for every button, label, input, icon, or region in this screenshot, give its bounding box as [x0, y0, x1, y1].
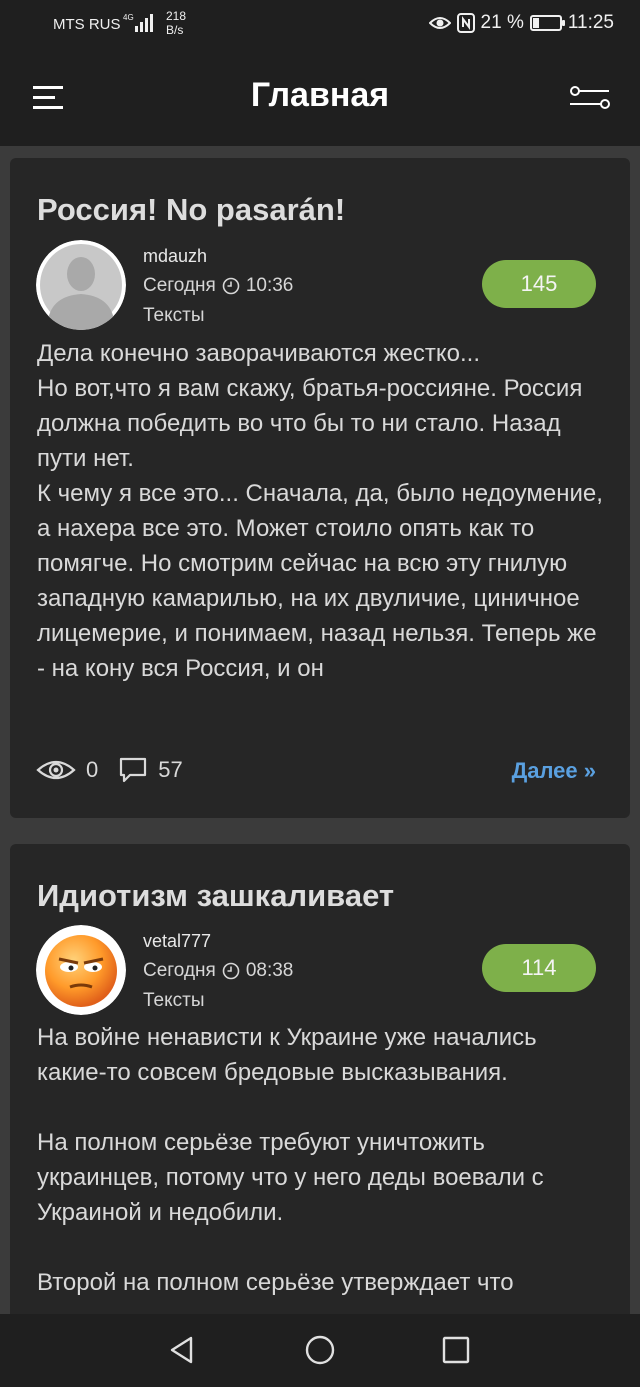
post-category[interactable]: Тексты: [143, 986, 293, 1016]
smiley-avatar: [36, 925, 126, 1015]
post-stats: 0 57: [36, 756, 183, 784]
read-more-link[interactable]: Далее »: [512, 758, 596, 784]
author-avatar[interactable]: [36, 925, 126, 1015]
nfc-icon: [456, 13, 475, 33]
clock-icon: [222, 962, 240, 980]
signal-icon: 4G: [123, 13, 153, 32]
comments-count: 57: [158, 757, 183, 782]
carrier-label: MTS RUS: [53, 16, 121, 33]
clock-time: 11:25: [567, 12, 614, 33]
battery-percent: 21 %: [480, 12, 524, 33]
system-nav-bar: [0, 1314, 640, 1387]
rating-badge[interactable]: 145: [482, 260, 596, 308]
clock-icon: [222, 277, 240, 295]
page-title: Главная: [250, 76, 390, 114]
post-title[interactable]: Идиотизм зашкаливает: [37, 878, 394, 914]
recents-icon[interactable]: [440, 1334, 472, 1366]
post-card[interactable]: Россия! No pasarán! mdauzh Сегодня 10:36…: [10, 158, 630, 818]
author-avatar[interactable]: [36, 240, 126, 330]
post-date: Сегодня 08:38: [143, 960, 294, 981]
post-body: На войне ненависти к Украине уже началис…: [37, 1024, 544, 1296]
post-title[interactable]: Россия! No pasarán!: [37, 192, 345, 228]
battery-icon: [529, 15, 565, 31]
rating-badge[interactable]: 114: [482, 944, 596, 992]
back-icon[interactable]: [166, 1334, 198, 1366]
post-body: Дела конечно заворачиваются жестко... Но…: [37, 340, 603, 682]
default-user-avatar: [36, 240, 126, 330]
post-meta: mdauzh Сегодня 10:36 Тексты: [143, 241, 293, 331]
post-card[interactable]: Идиотизм зашкаливает vetal777 Сегодня 08…: [10, 844, 630, 1314]
post-category[interactable]: Тексты: [143, 301, 293, 331]
comments-icon: [120, 757, 147, 783]
post-date: Сегодня 10:36: [143, 275, 294, 296]
views-icon: [36, 760, 76, 780]
home-icon[interactable]: [304, 1334, 336, 1366]
post-meta: vetal777 Сегодня 08:38 Тексты: [143, 926, 293, 1016]
status-bar: MTS RUS 4G 218 B/s 21 % 11:25: [0, 0, 640, 50]
author-name[interactable]: mdauzh: [143, 241, 293, 271]
svg-text:4G: 4G: [123, 13, 134, 22]
status-right: 21 % 11:25: [428, 12, 614, 34]
author-name[interactable]: vetal777: [143, 926, 293, 956]
app-bar: Главная: [0, 50, 640, 146]
eye-comfort-icon: [428, 17, 451, 29]
post-feed[interactable]: Россия! No pasarán! mdauzh Сегодня 10:36…: [0, 146, 640, 1314]
network-speed: 218 B/s: [166, 9, 187, 37]
views-count: 0: [86, 757, 99, 782]
filter-icon[interactable]: [568, 82, 612, 114]
